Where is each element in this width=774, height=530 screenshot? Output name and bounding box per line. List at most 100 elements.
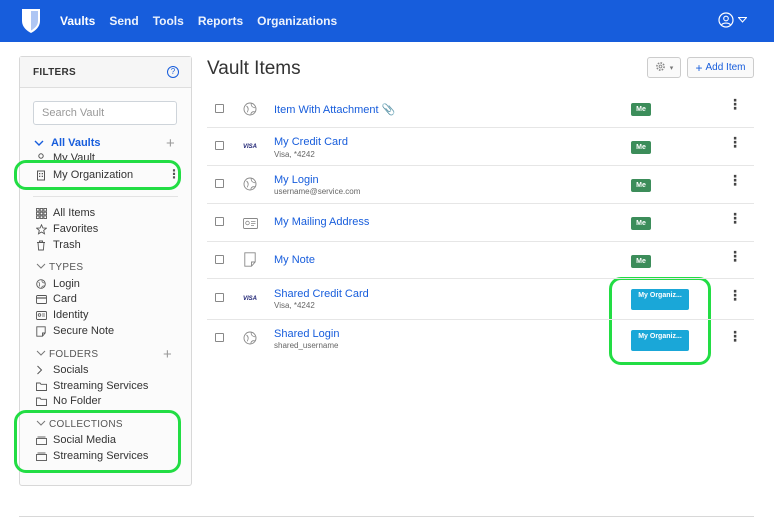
highlight-my-organization: [14, 160, 181, 190]
types-section-toggle[interactable]: TYPES: [36, 262, 83, 273]
row-options-kebab-icon[interactable]: ⋮: [728, 173, 742, 187]
item-name-link[interactable]: Shared Credit Card: [274, 288, 369, 300]
row-checkbox[interactable]: [215, 141, 224, 150]
globe-icon: [36, 279, 50, 289]
owner-badge: Me: [631, 255, 651, 268]
shield-logo-icon[interactable]: [20, 8, 42, 34]
sidebar-item-login[interactable]: Login: [36, 278, 80, 290]
table-row[interactable]: My Note Me ⋮: [207, 242, 754, 279]
row-options-kebab-icon[interactable]: ⋮: [728, 97, 742, 111]
item-name-link[interactable]: My Login: [274, 174, 319, 186]
sidebar-item-trash[interactable]: Trash: [36, 239, 81, 251]
sidebar-item-folder-streaming[interactable]: Streaming Services: [36, 380, 148, 392]
visa-card-icon: VISA: [242, 144, 257, 150]
item-name-link[interactable]: My Credit Card: [274, 136, 348, 148]
owner-badge: Me: [631, 141, 651, 154]
account-menu[interactable]: [718, 12, 747, 28]
search-vault-input[interactable]: [33, 101, 177, 125]
filters-title: FILTERS: [33, 67, 77, 78]
row-checkbox[interactable]: [215, 104, 224, 113]
item-name-link[interactable]: Shared Login: [274, 328, 339, 340]
note-icon: [36, 325, 50, 337]
sidebar-item-card[interactable]: Card: [36, 293, 77, 305]
page-title: Vault Items: [207, 58, 301, 79]
owner-badge: Me: [631, 217, 651, 230]
sidebar-item-label: All Items: [53, 207, 96, 219]
globe-icon: [241, 177, 259, 191]
nav-organizations[interactable]: Organizations: [257, 14, 337, 28]
sidebar-item-favorites[interactable]: Favorites: [36, 223, 98, 235]
table-row[interactable]: VISA Shared Credit Card Visa, *4242 My O…: [207, 279, 754, 320]
grid-icon: [36, 207, 50, 219]
row-checkbox[interactable]: [215, 217, 224, 226]
owner-badge: Me: [631, 103, 651, 116]
owner-badge: My Organiz...: [631, 330, 689, 351]
table-row[interactable]: VISA My Credit Card Visa, *4242 Me ⋮: [207, 128, 754, 166]
row-options-kebab-icon[interactable]: ⋮: [728, 135, 742, 149]
globe-icon: [241, 331, 259, 345]
help-icon[interactable]: ?: [167, 66, 179, 78]
credit-card-icon: [36, 294, 50, 304]
item-subtitle: Visa, *4242: [274, 150, 315, 159]
id-card-icon: [36, 310, 50, 320]
trash-icon: [36, 240, 50, 251]
sidebar-item-label: Streaming Services: [53, 380, 149, 392]
note-icon: [241, 251, 259, 267]
row-options-kebab-icon[interactable]: ⋮: [728, 249, 742, 263]
item-subtitle: username@service.com: [274, 187, 361, 196]
folders-label: FOLDERS: [49, 349, 99, 360]
gear-icon: [655, 61, 666, 75]
add-vault-plus-icon[interactable]: +: [166, 136, 175, 151]
sidebar-item-identity[interactable]: Identity: [36, 309, 88, 321]
top-navbar: Vaults Send Tools Reports Organizations: [0, 0, 774, 42]
folder-icon: [36, 382, 50, 391]
all-vaults-label: All Vaults: [51, 137, 101, 149]
item-name-link[interactable]: My Note: [274, 254, 315, 266]
sidebar-item-secure-note[interactable]: Secure Note: [36, 325, 114, 337]
star-icon: [36, 223, 50, 235]
nav-vaults[interactable]: Vaults: [60, 14, 95, 28]
divider: [33, 196, 178, 197]
sidebar-item-folder-socials[interactable]: Socials: [36, 364, 88, 376]
folders-section-toggle[interactable]: FOLDERS: [36, 349, 98, 360]
row-checkbox[interactable]: [215, 255, 224, 264]
item-subtitle: shared_username: [274, 341, 339, 350]
chevron-right-icon: [36, 365, 50, 375]
globe-icon: [241, 102, 259, 116]
plus-icon: +: [695, 60, 703, 75]
paperclip-icon: 📎: [381, 104, 396, 116]
table-row[interactable]: Shared Login shared_username My Organiz.…: [207, 320, 754, 358]
table-row[interactable]: My Login username@service.com Me ⋮: [207, 166, 754, 204]
table-row[interactable]: My Mailing Address Me ⋮: [207, 204, 754, 242]
row-checkbox[interactable]: [215, 293, 224, 302]
item-name-link[interactable]: Item With Attachment 📎: [274, 103, 395, 116]
visa-card-icon: VISA: [242, 296, 257, 302]
chevron-down-icon: [36, 349, 49, 360]
row-checkbox[interactable]: [215, 333, 224, 342]
sidebar-item-label: Trash: [53, 239, 81, 251]
row-options-kebab-icon[interactable]: ⋮: [728, 288, 742, 302]
table-row[interactable]: Item With Attachment 📎 Me ⋮: [207, 90, 754, 128]
sidebar-item-label: Identity: [53, 309, 89, 321]
caret-down-icon: [738, 17, 747, 23]
row-options-kebab-icon[interactable]: ⋮: [728, 211, 742, 225]
sidebar-item-label: No Folder: [53, 395, 102, 407]
sidebar-item-all-items[interactable]: All Items: [36, 207, 95, 219]
nav-tools[interactable]: Tools: [153, 14, 184, 28]
types-label: TYPES: [49, 262, 84, 273]
sidebar-item-label: Favorites: [53, 223, 99, 235]
caret-down-icon: ▾: [669, 64, 674, 72]
id-card-icon: [241, 216, 259, 230]
all-vaults-toggle[interactable]: All Vaults: [34, 137, 101, 149]
sidebar-item-no-folder[interactable]: No Folder: [36, 395, 101, 407]
item-name-link[interactable]: My Mailing Address: [274, 216, 369, 228]
row-options-kebab-icon[interactable]: ⋮: [728, 329, 742, 343]
item-subtitle: Visa, *4242: [274, 301, 315, 310]
settings-dropdown-button[interactable]: ▾: [647, 57, 681, 78]
add-item-button[interactable]: + Add Item: [687, 57, 754, 78]
add-folder-plus-icon[interactable]: +: [163, 347, 172, 362]
nav-send[interactable]: Send: [109, 14, 138, 28]
row-checkbox[interactable]: [215, 179, 224, 188]
chevron-down-icon: [36, 262, 49, 273]
nav-reports[interactable]: Reports: [198, 14, 243, 28]
